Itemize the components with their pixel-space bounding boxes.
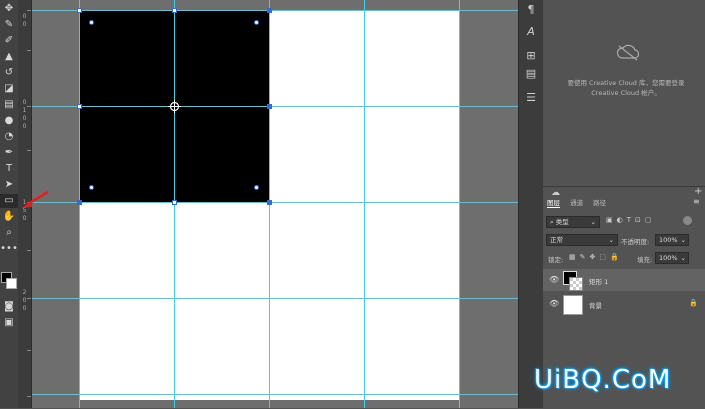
tab-paths[interactable]: 路径 [593,199,606,207]
paragraph-panel-icon[interactable]: ¶ [523,2,539,18]
transform-handle-bottom[interactable] [172,200,177,205]
blur-tool-icon[interactable]: ● [0,114,18,128]
ruler-tick-label: 0 [22,115,27,122]
fill-input[interactable]: 100% ⌄ [655,252,689,264]
filter-icons[interactable]: ▣◐T⊡▢ [606,216,655,224]
layer-thumbnail [563,295,583,315]
opacity-value: 100% [659,236,678,244]
corner-radius-handle[interactable] [254,20,259,25]
ruler-tick-label: 0 [22,305,27,312]
corner-radius-handle[interactable] [89,20,94,25]
eraser-tool-icon[interactable]: ◪ [0,82,18,96]
watermark-logo: UiBQ.CoM [534,365,672,395]
corner-radius-handle[interactable] [89,185,94,190]
filter-toggle[interactable] [683,216,692,225]
ruler-tick-label: 0 [22,13,27,20]
layer-name[interactable]: 矩形 1 [589,276,608,286]
layer-filter-select[interactable]: ⌕ 类型 ⌄ [546,216,600,228]
transform-handle-right[interactable] [267,104,272,109]
annotation-arrow-icon [22,190,49,208]
lock-icon[interactable]: 🔒 [689,299,698,307]
transform-handle-bottom-left[interactable] [77,200,82,205]
chevron-down-icon: ⌄ [590,218,596,226]
chevron-down-icon: ⌄ [608,236,614,244]
ruler-tick-label: 0 [22,123,27,130]
panel-menu-icon[interactable]: ≡ [693,197,700,206]
eyedropper-tool-icon[interactable]: ✎ [0,18,18,32]
gradient-tool-icon[interactable]: ▤ [0,98,18,112]
tools-toolbar: ✥ ✎ ✐ ▲ ↺ ◪ ▤ ● ◔ ✒ T ➤ ▭ ✋ ⌕ ••• ◙ ▣ [0,0,18,408]
tab-layers[interactable]: 图层 [547,199,560,208]
visibility-eye-icon[interactable]: 👁 [549,275,559,284]
background-color-swatch[interactable] [6,278,17,289]
chevron-down-icon: ⌄ [680,254,686,262]
history-brush-tool-icon[interactable]: ↺ [0,66,18,80]
rectangle-tool-icon[interactable]: ▭ [0,194,18,208]
lock-icons[interactable]: ▦✎✥⬚🔒 [569,253,623,261]
lock-label: 锁定: [548,256,564,264]
ruler-tick-label: 1 [22,107,27,114]
libraries-panel: 要使用 Creative Cloud 库，您需要登录 Creative Clou… [543,0,705,183]
layer-name[interactable]: 背景 [589,300,602,310]
ruler-tick-label: 0 [22,215,27,222]
transform-handle-left[interactable] [77,104,82,109]
pen-tool-icon[interactable]: ✒ [0,146,18,160]
brush-tool-icon[interactable]: ✐ [0,34,18,48]
add-panel-icon[interactable]: + [694,186,702,197]
screen-mode-icon[interactable]: ▣ [0,316,18,330]
quick-mask-icon[interactable]: ◙ [0,300,18,314]
guide-vertical[interactable] [459,0,460,408]
zoom-tool-icon[interactable]: ⌕ [0,226,18,240]
guide-horizontal[interactable] [32,106,518,107]
clone-stamp-tool-icon[interactable]: ▲ [0,50,18,64]
guide-horizontal[interactable] [32,298,518,299]
panel-icon-strip: ¶ A ⊞ ▤ ☰ [518,0,543,408]
creative-cloud-icon [616,44,640,61]
opacity-input[interactable]: 100% ⌄ [655,234,689,246]
visibility-eye-icon[interactable]: 👁 [549,299,559,308]
layer-row[interactable]: 👁 背景 🔒 [543,293,705,315]
hand-tool-icon[interactable]: ✋ [0,210,18,224]
ruler-tick-label: 0 [22,21,27,28]
layer-row-selected[interactable]: 👁 矩形 1 [543,269,705,291]
blend-mode-select[interactable]: 正常 ⌄ [546,234,618,246]
blend-mode-value: 正常 [550,236,563,244]
guide-vertical[interactable] [364,0,365,408]
libraries-panel-icon[interactable]: ⊞ [523,48,539,64]
reference-point-icon[interactable] [168,100,181,113]
dodge-tool-icon[interactable]: ◔ [0,130,18,144]
transform-handle-top[interactable] [172,8,177,13]
more-tools-icon[interactable]: ••• [0,242,18,256]
layers-tabs: 图层 通道 路径 [543,197,610,209]
tab-channels[interactable]: 通道 [570,199,583,207]
type-tool-icon[interactable]: T [0,162,18,176]
guide-horizontal[interactable] [32,394,518,395]
corner-radius-handle[interactable] [254,185,259,190]
properties-panel-icon[interactable]: ▤ [523,66,539,82]
move-tool-icon[interactable]: ✥ [0,2,18,16]
guide-horizontal[interactable] [32,202,518,203]
transform-handle-top-right[interactable] [267,8,272,13]
vector-mask-thumbnail [569,277,583,291]
canvas-area[interactable] [32,0,518,408]
opacity-label: 不透明度: [621,238,650,246]
adjustments-panel-icon[interactable]: ☰ [523,90,539,106]
chevron-down-icon: ⌄ [680,236,686,244]
libraries-signin-message: 要使用 Creative Cloud 库，您需要登录 Creative Clou… [567,79,685,97]
fill-value: 100% [659,254,678,262]
fill-label: 填充: [637,256,653,264]
path-selection-tool-icon[interactable]: ➤ [0,178,18,192]
ruler-tick-label: 2 [22,289,27,296]
character-panel-icon[interactable]: A [523,24,539,40]
transform-handle-bottom-right[interactable] [267,200,272,205]
guide-horizontal[interactable] [32,10,518,11]
transform-handle-top-left[interactable] [77,8,82,13]
filter-label: 类型 [555,218,569,226]
